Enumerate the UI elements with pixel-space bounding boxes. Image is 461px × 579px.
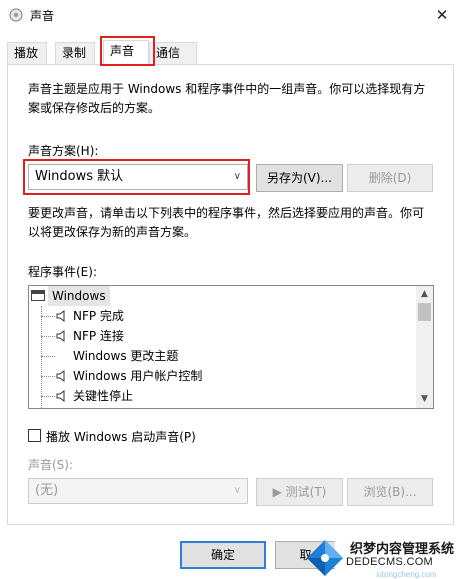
- windows-folder-icon: [31, 290, 45, 301]
- list-item-label: 关键性停止: [73, 389, 134, 403]
- tree-connector: [41, 356, 55, 357]
- scroll-up-icon[interactable]: ▲: [416, 286, 433, 303]
- save-as-button[interactable]: 另存为(V)...: [256, 164, 343, 192]
- sound-value: (无): [35, 483, 59, 498]
- list-item-windows-label: Windows: [48, 286, 110, 306]
- instructions-line-2: 以将更改保存为新的声音方案。: [28, 225, 197, 239]
- list-item[interactable]: Windows 用户帐户控制: [29, 366, 409, 386]
- instructions-line-1: 要更改声音，请单击以下列表中的程序事件，然后选择要应用的声音。你可: [28, 206, 425, 220]
- delete-button[interactable]: 删除(D): [347, 164, 433, 192]
- description-line-1: 声音主题是应用于 Windows 和程序事件中的一组声音。你可以选择现有方: [28, 82, 426, 96]
- test-button[interactable]: ▶ 测试(T): [256, 478, 343, 506]
- ok-button[interactable]: 确定: [180, 541, 266, 569]
- tree-connector: [41, 316, 55, 317]
- tree-connector: [41, 376, 55, 377]
- close-icon[interactable]: ✕: [423, 0, 461, 31]
- list-item-label: NFP 完成: [73, 309, 124, 323]
- program-events-label: 程序事件(E):: [28, 265, 97, 279]
- title-bar: 声音 ✕: [0, 0, 461, 31]
- list-item[interactable]: NFP 完成: [29, 306, 409, 326]
- tree-connector: [41, 336, 55, 337]
- startup-sound-label[interactable]: 播放 Windows 启动声音(P): [46, 428, 196, 445]
- watermark-url: DEDECMS.COM: [346, 556, 434, 568]
- speaker-icon: [9, 8, 23, 22]
- sound-select[interactable]: (无) ∨: [28, 478, 248, 504]
- list-item[interactable]: 关键性停止: [29, 386, 409, 406]
- list-item-label: NFP 连接: [73, 329, 124, 343]
- startup-sound-checkbox[interactable]: [28, 429, 41, 442]
- speaker-small-icon: [56, 390, 65, 402]
- scheme-highlight-box: [23, 159, 250, 195]
- watermark-small: xitongcheng.com: [376, 570, 437, 579]
- list-item-label: Windows 更改主题: [73, 349, 179, 363]
- tab-highlight-box: [100, 36, 155, 66]
- watermark-brand: 织梦内容管理系统: [350, 542, 455, 557]
- list-item[interactable]: Windows 更改主题: [29, 346, 409, 366]
- tab-communications[interactable]: 通信: [149, 42, 197, 64]
- tree-connector: [41, 396, 55, 397]
- events-scrollbar[interactable]: ▲ ▼: [416, 286, 433, 408]
- browse-button[interactable]: 浏览(B)...: [347, 478, 433, 506]
- speaker-small-icon: [56, 310, 65, 322]
- chevron-down-icon: ∨: [233, 485, 241, 496]
- description-line-2: 案或保存修改后的方案。: [28, 101, 161, 115]
- program-events-list[interactable]: Windows NFP 完成 NFP 连接 Windows 更改主题 Windo…: [28, 285, 434, 409]
- scrollbar-thumb[interactable]: [418, 303, 431, 321]
- list-item[interactable]: NFP 连接: [29, 326, 409, 346]
- speaker-small-icon: [56, 330, 65, 342]
- sound-label: 声音(S):: [28, 458, 74, 472]
- list-item-windows[interactable]: Windows: [31, 286, 110, 306]
- tab-recording[interactable]: 录制: [55, 42, 95, 64]
- tab-playback[interactable]: 播放: [7, 42, 47, 64]
- sound-scheme-label: 声音方案(H):: [28, 144, 99, 158]
- scroll-down-icon[interactable]: ▼: [416, 391, 433, 408]
- speaker-small-icon: [56, 370, 65, 382]
- list-item-label: Windows 用户帐户控制: [73, 369, 203, 383]
- window-title: 声音: [30, 9, 55, 23]
